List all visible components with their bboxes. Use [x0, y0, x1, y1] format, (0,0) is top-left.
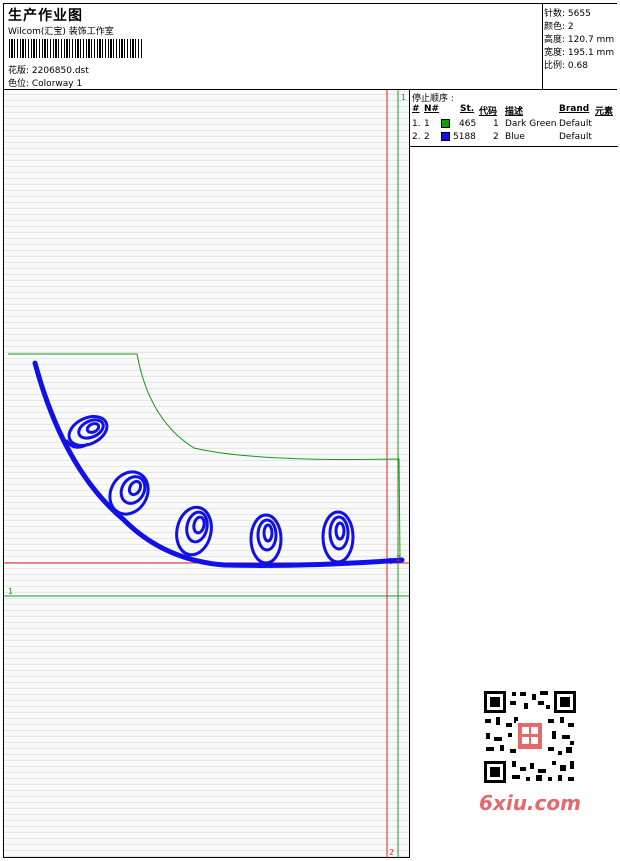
row-description: Blue	[505, 132, 525, 142]
col-description: 描述	[505, 107, 524, 117]
scroll-curl-3	[175, 505, 213, 557]
scroll-curl-2	[108, 470, 150, 516]
col-element: 元素	[595, 107, 614, 117]
top-green-marker: 1	[401, 93, 406, 102]
col-needle: N#	[424, 104, 440, 114]
qr-center-badge	[516, 721, 544, 751]
design-stats: 针数: 5655 颜色: 2 高度: 120.7 mm 宽度: 195.1 mm…	[542, 4, 618, 89]
scroll-curl-5	[321, 510, 355, 564]
col-stitches: St.	[460, 104, 475, 114]
bottom-red-marker: 2	[389, 848, 394, 857]
stat-colors: 颜色: 2	[544, 22, 574, 32]
row-description: Dark Green	[505, 119, 557, 129]
stop-marker: 2	[396, 554, 401, 563]
stat-stitches: 针数: 5655	[544, 9, 591, 19]
row-brand: Default	[559, 119, 592, 129]
row-code: 2	[493, 132, 499, 142]
design-file: 花版: 2206850.dst	[8, 66, 89, 76]
row-needle: 2	[424, 132, 430, 142]
colorway: 色位: Colorway 1	[8, 79, 83, 89]
row-needle: 1	[424, 119, 430, 129]
color-swatch-blue	[441, 132, 450, 141]
stat-width: 宽度: 195.1 mm	[544, 48, 615, 58]
row-stitches: 5188	[453, 132, 476, 142]
company-name: Wilcom(汇宝) 装饰工作室	[8, 27, 114, 37]
qr-watermark: 6xiu.com	[472, 684, 588, 820]
color-swatch-dark-green	[441, 119, 450, 128]
stat-scale: 比例: 0.68	[544, 61, 588, 71]
row-code: 1	[493, 119, 499, 129]
page-title: 生产作业图	[8, 8, 83, 24]
design-preview: 1 2 1 2	[4, 90, 409, 858]
header-info: 生产作业图 Wilcom(汇宝) 装饰工作室 花版: 2206850.dst 色…	[4, 4, 542, 89]
row-stitches: 465	[459, 119, 477, 129]
stop-sequence-title: 停止顺序 :	[412, 94, 454, 104]
row-index: 1.	[412, 119, 421, 129]
col-index: #	[412, 104, 420, 114]
barcode	[9, 39, 143, 58]
stat-height: 高度: 120.7 mm	[544, 35, 615, 45]
left-green-marker: 1	[8, 587, 13, 596]
production-worksheet: 生产作业图 Wilcom(汇宝) 装饰工作室 花版: 2206850.dst 色…	[3, 3, 618, 858]
scroll-curl-1	[64, 414, 109, 449]
col-code: 代码	[479, 107, 498, 117]
table-divider	[410, 146, 618, 147]
col-brand: Brand	[559, 104, 590, 114]
scroll-curl-4	[249, 513, 283, 565]
watermark-text: 6xiu.com	[479, 791, 581, 815]
row-brand: Default	[559, 132, 592, 142]
qr-code-icon	[482, 689, 578, 785]
row-index: 2.	[412, 132, 421, 142]
